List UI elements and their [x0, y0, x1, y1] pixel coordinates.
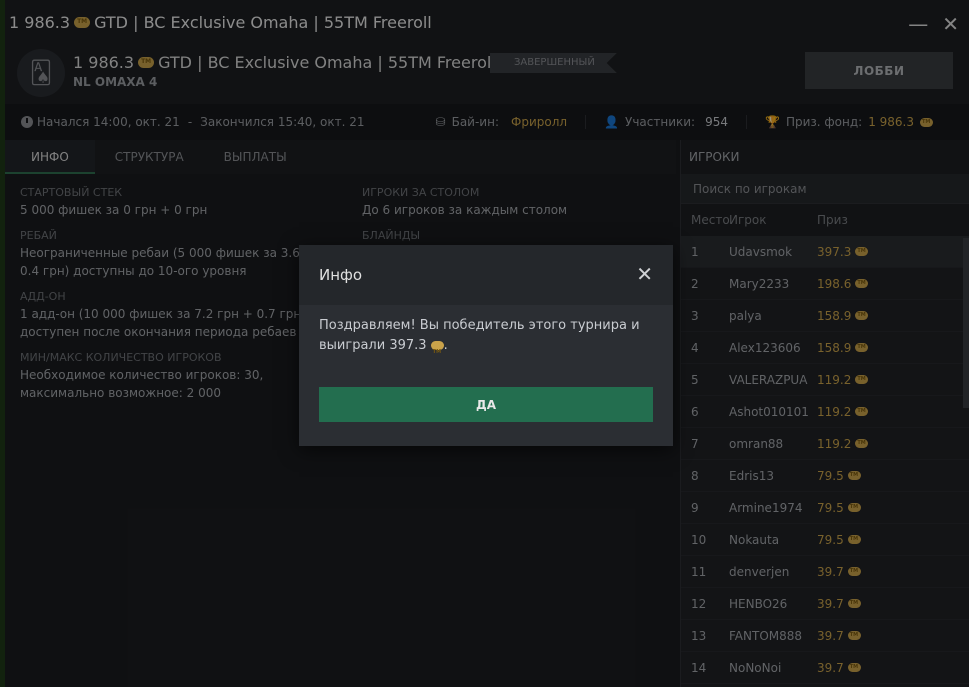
dialog-title: Инфо	[299, 245, 673, 305]
dialog-message-text: Поздравляем! Вы победитель этого турнира…	[319, 318, 640, 353]
info-dialog: Инфо ✕ Поздравляем! Вы победитель этого …	[299, 245, 673, 446]
close-icon[interactable]: ✕	[636, 262, 653, 286]
dialog-message-end: .	[443, 338, 448, 353]
ok-button[interactable]: ДА	[319, 387, 653, 422]
coin-icon	[430, 341, 444, 362]
dialog-message: Поздравляем! Вы победитель этого турнира…	[299, 305, 673, 362]
